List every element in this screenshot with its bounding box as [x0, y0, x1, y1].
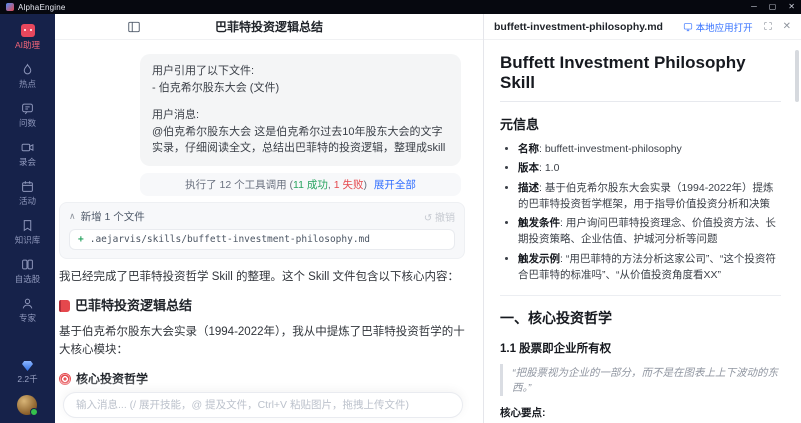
sidebar-item-watchlist[interactable]: 自选股	[15, 258, 40, 285]
monitor-icon	[683, 22, 692, 31]
app-name: AlphaEngine	[18, 2, 66, 12]
app-window: AlphaEngine ─ ▢ ✕ AI助理 热点 问数 录会 活动 知识库 自…	[0, 0, 801, 423]
doc-blockquote: “把股票视为企业的一部分，而不是在图表上上下波动的东西。”	[500, 364, 781, 397]
divider	[500, 295, 781, 297]
robot-icon	[20, 24, 35, 37]
camera-icon	[21, 143, 34, 152]
doc-key-points-label: 核心要点:	[500, 407, 546, 420]
chat-title: 巴菲特投资逻辑总结	[214, 20, 323, 34]
user-avatar[interactable]	[17, 395, 39, 416]
chat-question-icon	[22, 103, 33, 115]
minimize-icon[interactable]: ─	[751, 0, 757, 14]
plus-icon: +	[78, 233, 84, 245]
file-row[interactable]: + .aejarvis/skills/buffett-investment-ph…	[69, 228, 455, 250]
meta-item: 触发示例: “用巴菲特的方法分析这家公司”、“这个投资符合巴菲特的标准吗”、“从…	[518, 251, 781, 284]
file-card-title: 新增 1 个文件	[80, 210, 145, 223]
red-book-icon	[59, 299, 70, 312]
target-icon	[59, 372, 71, 385]
sidebar-item-knowledge-base[interactable]: 知识库	[15, 219, 40, 246]
expand-all-link[interactable]: 展开全部	[374, 179, 416, 191]
quote-line: - 伯克希尔股东大会 (文件)	[152, 81, 280, 94]
assistant-paragraph: 基于伯克希尔股东大会实录（1994-2022年），我从中提炼了巴菲特投资哲学的十…	[59, 326, 465, 356]
expand-icon[interactable]	[763, 18, 773, 36]
meta-item: 名称: buffett-investment-philosophy	[518, 141, 781, 157]
tool-fail-count: 1 失败	[333, 178, 364, 191]
meta-item: 版本: 1.0	[518, 160, 781, 176]
sidebar-item-meeting-record[interactable]: 录会	[19, 141, 36, 168]
chat-panel: 巴菲特投资逻辑总结 用户引用了以下文件: - 伯克希尔股东大会 (文件) 用户消…	[55, 14, 483, 423]
new-file-card: ∧ 新增 1 个文件 ↺ 撤销 + .aejarvis/skills/buffe…	[59, 201, 465, 259]
chat-message-list: 用户引用了以下文件: - 伯克希尔股东大会 (文件) 用户消息: @伯克希尔股东…	[55, 40, 483, 423]
tool-success-count: 11 成功	[293, 178, 328, 191]
doc-title: Buffett Investment Philosophy Skill	[500, 53, 781, 102]
expert-icon	[22, 298, 33, 309]
doc-subsection-heading: 1.1 股票即企业所有权	[500, 343, 612, 356]
tool-call-summary: 执行了 12 个工具调用 (11 成功, 1 失败) 展开全部	[140, 172, 461, 196]
assistant-heading: 巴菲特投资逻辑总结	[59, 296, 465, 316]
bookmark-icon	[23, 220, 32, 232]
user-message-quote: 用户引用了以下文件: - 伯克希尔股东大会 (文件) 用户消息: @伯克希尔股东…	[140, 54, 461, 166]
sidebar-item-events[interactable]: 活动	[19, 180, 36, 207]
maximize-icon[interactable]: ▢	[769, 0, 777, 14]
preview-header: buffett-investment-philosophy.md 本地应用打开 …	[484, 14, 801, 40]
doc-meta-heading: 元信息	[500, 117, 540, 132]
undo-icon: ↺	[423, 212, 433, 224]
sidebar-item-hotspots[interactable]: 热点	[19, 63, 36, 90]
message-input-container	[63, 392, 463, 418]
meta-list: 名称: buffett-investment-philosophy 版本: 1.…	[500, 141, 781, 283]
quote-line: 用户引用了以下文件:	[152, 65, 255, 77]
undo-button[interactable]: ↺ 撤销	[424, 209, 455, 224]
assistant-intro: 我已经完成了巴菲特投资哲学 Skill 的整理。这个 Skill 文件包含以下核…	[59, 270, 459, 283]
preview-close-icon[interactable]: ✕	[783, 21, 791, 32]
diamond-icon	[21, 361, 33, 371]
flame-icon	[23, 63, 32, 75]
section-heading: 核心投资哲学	[59, 370, 465, 388]
message-input[interactable]	[76, 399, 450, 411]
preview-filename: buffett-investment-philosophy.md	[494, 20, 663, 33]
stock-list-icon	[22, 259, 33, 270]
calendar-icon	[22, 181, 33, 192]
sidebar-item-experts[interactable]: 专家	[19, 297, 36, 324]
open-in-local-app-button[interactable]: 本地应用打开	[683, 20, 753, 34]
sidebar-item-ai-assistant[interactable]: AI助理	[15, 24, 40, 51]
points-count: 2.2千	[17, 374, 38, 384]
meta-item: 描述: 基于伯克希尔股东大会实录（1994-2022年）提炼的巴菲特投资哲学框架…	[518, 180, 781, 213]
quote-line: @伯克希尔股东大会 这是伯克希尔过去10年股东大会的文字实录，仔细阅读全文，总结…	[152, 125, 446, 155]
quote-line: 用户消息:	[152, 109, 200, 121]
sidebar-item-ask-data[interactable]: 问数	[19, 102, 36, 129]
meta-item: 触发条件: 用户询问巴菲特投资理念、价值投资方法、长期投资策略、企业估值、护城河…	[518, 215, 781, 248]
titlebar: AlphaEngine ─ ▢ ✕	[0, 0, 801, 14]
file-preview-panel: buffett-investment-philosophy.md 本地应用打开 …	[483, 14, 801, 423]
sidebar: AI助理 热点 问数 录会 活动 知识库 自选股 专家 2.2千	[0, 14, 55, 423]
markdown-preview: Buffett Investment Philosophy Skill 元信息 …	[484, 41, 795, 423]
doc-section-heading: 一、核心投资哲学	[500, 310, 612, 327]
close-icon[interactable]: ✕	[788, 0, 795, 14]
app-logo-icon	[6, 3, 14, 11]
scrollbar-thumb[interactable]	[795, 50, 799, 102]
file-path: .aejarvis/skills/buffett-investment-phil…	[89, 233, 370, 245]
chevron-up-icon[interactable]: ∧	[69, 211, 76, 222]
chat-header: 巴菲特投资逻辑总结	[55, 14, 483, 40]
